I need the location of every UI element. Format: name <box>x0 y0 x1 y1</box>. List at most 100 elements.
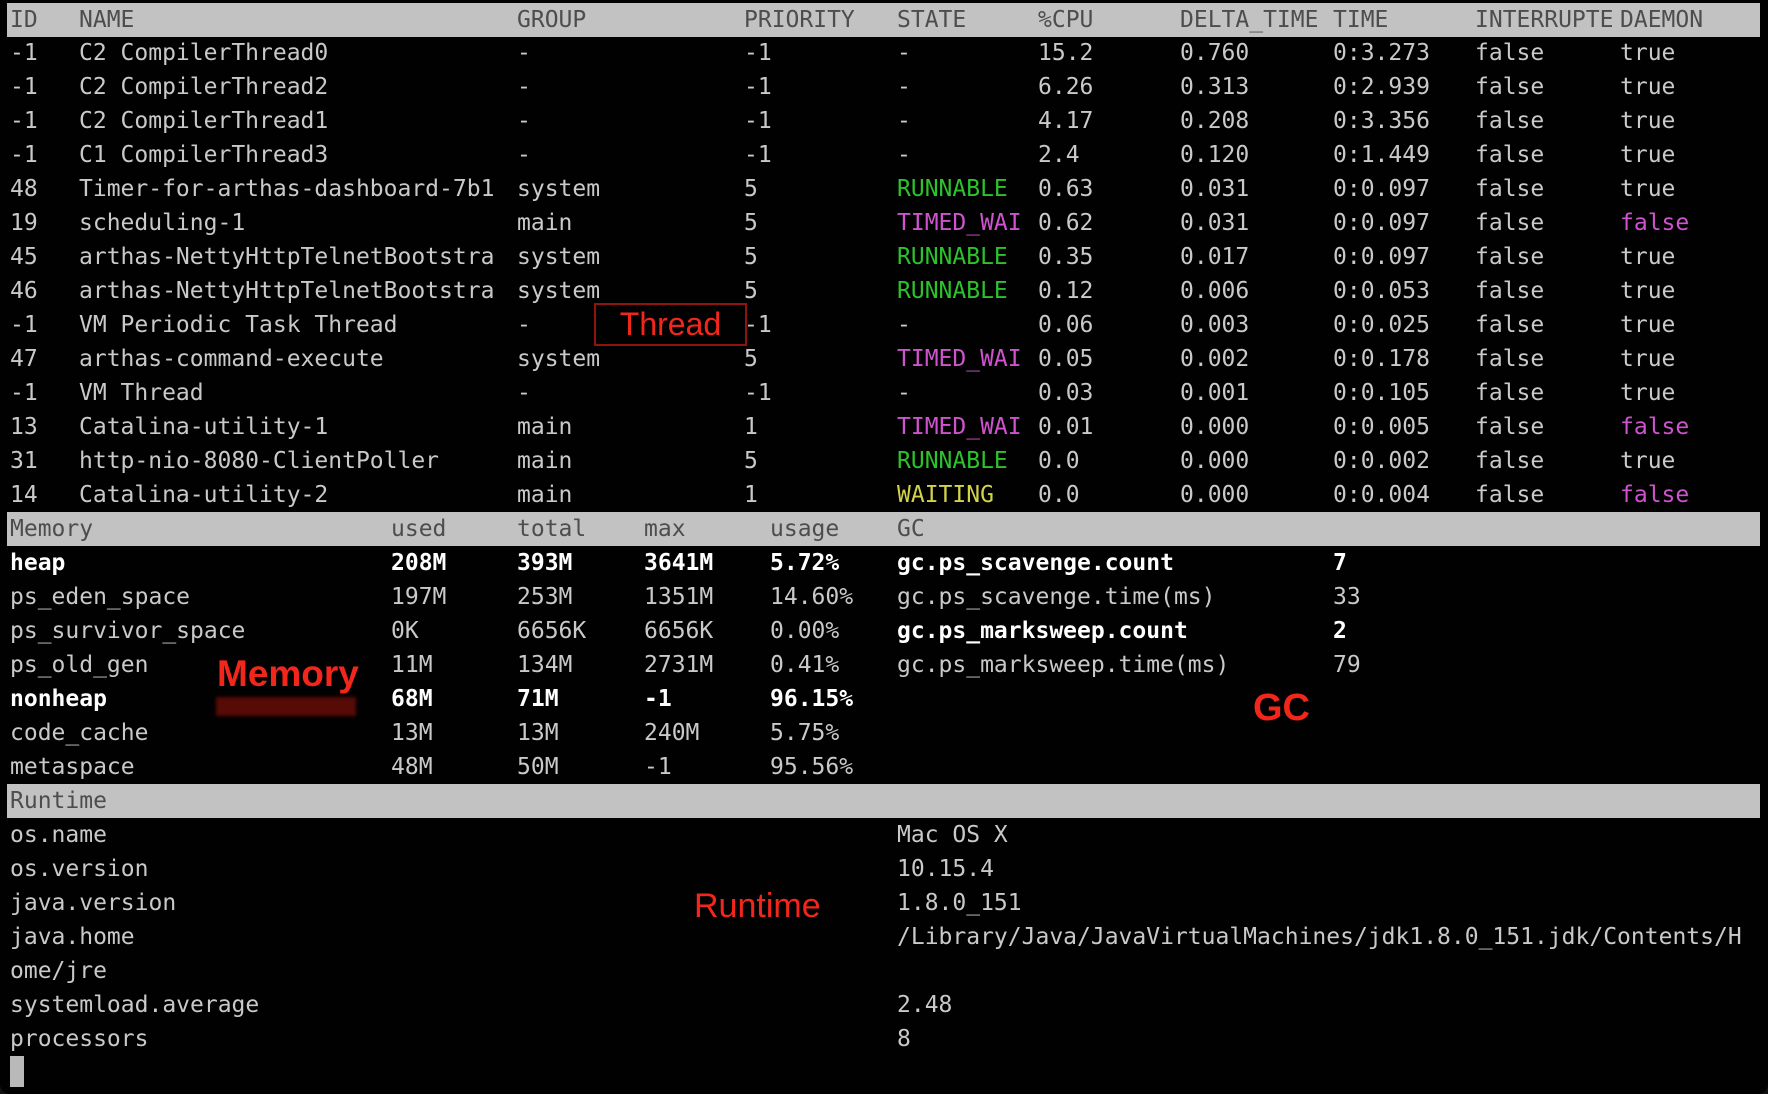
cell-time: 0:0.004 <box>1333 478 1430 512</box>
cell-group: main <box>517 206 572 240</box>
thread-row: 13Catalina-utility-1main1TIMED_WAI0.010.… <box>0 410 1768 444</box>
cell-interrupted: false <box>1475 274 1544 308</box>
cell-name: arthas-NettyHttpTelnetBootstra <box>79 240 494 274</box>
cell-state: - <box>897 36 911 70</box>
cell-group: - <box>517 138 531 172</box>
runtime-row: os.version 10.15.4 <box>0 852 1768 886</box>
thread-row: 48Timer-for-arthas-dashboard-7b1system5R… <box>0 172 1768 206</box>
memory-header-usage: usage <box>770 512 839 546</box>
cell-delta-time: 0.000 <box>1180 410 1249 444</box>
cell-daemon: false <box>1620 478 1689 512</box>
cell-id: 31 <box>10 444 38 478</box>
cell-daemon: true <box>1620 342 1675 376</box>
thread-row: 19scheduling-1main5TIMED_WAI0.620.0310:0… <box>0 206 1768 240</box>
cell-name: C2 CompilerThread0 <box>79 36 328 70</box>
cell-state: - <box>897 138 911 172</box>
cell-group: main <box>517 444 572 478</box>
cell-cpu: 0.12 <box>1038 274 1093 308</box>
cell-delta-time: 0.760 <box>1180 36 1249 70</box>
memory-row: code_cache13M13M240M5.75% <box>0 716 1768 750</box>
annotation-memory-label: Memory <box>217 655 359 694</box>
cell-cpu: 6.26 <box>1038 70 1093 104</box>
cell-priority: 5 <box>744 444 758 478</box>
thread-row: 14Catalina-utility-2main1WAITING0.00.000… <box>0 478 1768 512</box>
cell-runtime-value: /Library/Java/JavaVirtualMachines/jdk1.8… <box>897 920 1742 954</box>
cell-priority: -1 <box>744 36 772 70</box>
annotation-thread-box: Thread <box>594 303 747 346</box>
cell-gc-metric: gc.ps_scavenge.count <box>897 546 1174 580</box>
cell-usage: 95.56% <box>770 750 853 784</box>
runtime-row: processors8 <box>0 1022 1768 1056</box>
annotation-memory-underline <box>216 697 356 716</box>
cell-time: 0:0.097 <box>1333 172 1430 206</box>
memory-row: metaspace48M50M-195.56% <box>0 750 1768 784</box>
gc-row: gc.ps_marksweep.count2 <box>0 614 1768 648</box>
cell-state: TIMED_WAI <box>897 206 1022 240</box>
cell-total: 50M <box>517 750 559 784</box>
cell-interrupted: false <box>1475 36 1544 70</box>
cell-delta-time: 0.000 <box>1180 478 1249 512</box>
thread-row: 31http-nio-8080-ClientPollermain5RUNNABL… <box>0 444 1768 478</box>
thread-row: -1VM Periodic Task Thread--1-0.060.0030:… <box>0 308 1768 342</box>
cell-pool-name: nonheap <box>10 682 107 716</box>
cell-interrupted: false <box>1475 70 1544 104</box>
thread-header-interrupted: INTERRUPTE <box>1475 3 1613 37</box>
cell-name: VM Periodic Task Thread <box>79 308 398 342</box>
cell-cpu: 15.2 <box>1038 36 1093 70</box>
thread-header-priority: PRIORITY <box>744 3 855 37</box>
cell-gc-value: 79 <box>1333 648 1361 682</box>
cell-interrupted: false <box>1475 308 1544 342</box>
cell-used: 13M <box>391 716 433 750</box>
thread-row: 45arthas-NettyHttpTelnetBootstrasystem5R… <box>0 240 1768 274</box>
arthas-dashboard-terminal[interactable]: IDNAMEGROUPPRIORITYSTATE%CPUDELTA_TIMETI… <box>0 0 1768 1094</box>
cell-id: -1 <box>10 36 38 70</box>
cell-delta-time: 0.006 <box>1180 274 1249 308</box>
cell-state: TIMED_WAI <box>897 410 1022 444</box>
cell-cpu: 0.05 <box>1038 342 1093 376</box>
cell-name: C2 CompilerThread2 <box>79 70 328 104</box>
cell-max: -1 <box>644 750 672 784</box>
cell-usage: 5.75% <box>770 716 839 750</box>
thread-row: -1C2 CompilerThread2--1-6.260.3130:2.939… <box>0 70 1768 104</box>
thread-header-group: GROUP <box>517 3 586 37</box>
cell-interrupted: false <box>1475 444 1544 478</box>
cell-runtime-key: java.home <box>10 920 135 954</box>
cell-name: arthas-command-execute <box>79 342 384 376</box>
memory-header-used: used <box>391 512 446 546</box>
cell-priority: 5 <box>744 342 758 376</box>
cell-priority: -1 <box>744 308 772 342</box>
cell-group: system <box>517 274 600 308</box>
cell-runtime-key: os.version <box>10 852 148 886</box>
cell-time: 0:0.053 <box>1333 274 1430 308</box>
cell-gc-value: 2 <box>1333 614 1347 648</box>
cell-time: 0:0.002 <box>1333 444 1430 478</box>
cell-group: main <box>517 410 572 444</box>
cell-name: http-nio-8080-ClientPoller <box>79 444 439 478</box>
cell-group: system <box>517 240 600 274</box>
cell-name: Timer-for-arthas-dashboard-7b1 <box>79 172 494 206</box>
cell-name: C2 CompilerThread1 <box>79 104 328 138</box>
cell-interrupted: false <box>1475 104 1544 138</box>
cell-state: WAITING <box>897 478 994 512</box>
terminal-cursor[interactable] <box>10 1056 24 1087</box>
thread-table-header-bar: IDNAMEGROUPPRIORITYSTATE%CPUDELTA_TIMETI… <box>7 3 1760 37</box>
cell-runtime-value: 10.15.4 <box>897 852 994 886</box>
cell-state: - <box>897 70 911 104</box>
cell-id: 48 <box>10 172 38 206</box>
thread-row: 47arthas-command-executesystem5TIMED_WAI… <box>0 342 1768 376</box>
thread-row: 46arthas-NettyHttpTelnetBootstrasystem5R… <box>0 274 1768 308</box>
cell-priority: -1 <box>744 104 772 138</box>
cell-cpu: 0.0 <box>1038 478 1080 512</box>
cell-runtime-key: systemload.average <box>10 988 259 1022</box>
cell-time: 0:2.939 <box>1333 70 1430 104</box>
cell-cpu: 0.62 <box>1038 206 1093 240</box>
cell-priority: -1 <box>744 376 772 410</box>
cell-delta-time: 0.313 <box>1180 70 1249 104</box>
cell-id: 19 <box>10 206 38 240</box>
cell-group: main <box>517 478 572 512</box>
cell-name: Catalina-utility-1 <box>79 410 328 444</box>
cell-delta-time: 0.120 <box>1180 138 1249 172</box>
cell-group: system <box>517 342 600 376</box>
cell-max: -1 <box>644 682 672 716</box>
cell-gc-value: 33 <box>1333 580 1361 614</box>
